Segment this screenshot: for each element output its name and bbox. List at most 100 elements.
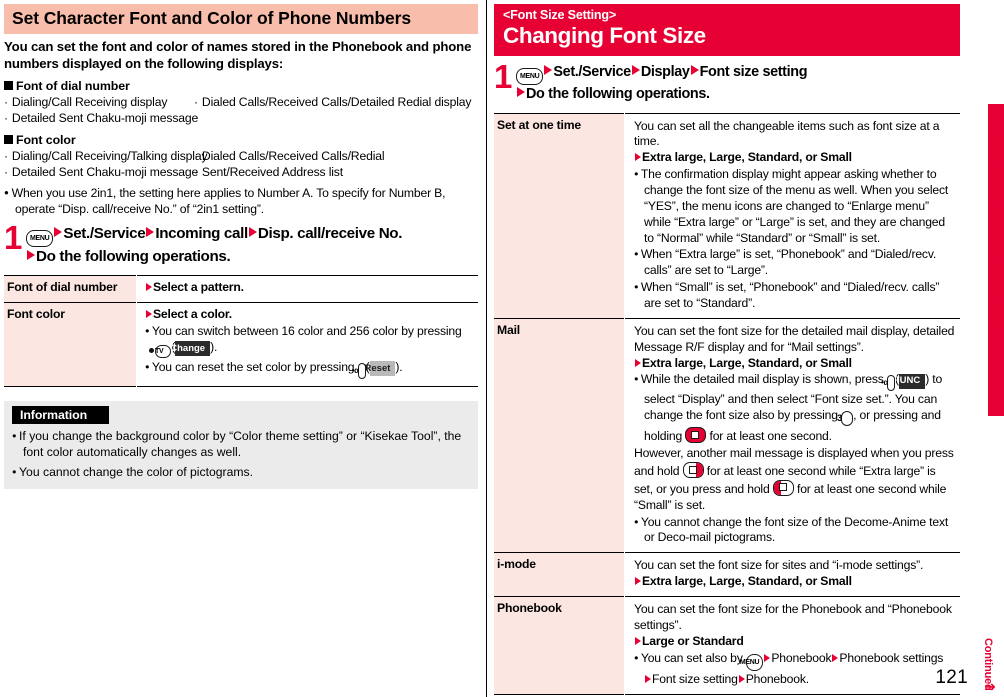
arrow-icon [764, 653, 771, 662]
subheading-label: Font color [16, 132, 76, 147]
row-options: Extra large, Large, Standard, or Small [634, 574, 955, 590]
note-text-3: Phonebook settings [839, 650, 944, 665]
banner-title: Changing Font Size [503, 23, 706, 49]
row-options-label: Extra large, Large, Standard, or Small [642, 574, 852, 589]
row-note: You can reset the set color by pressing … [145, 360, 473, 380]
list-column-1: Dialing/Call Receiving/Talking display D… [4, 148, 208, 181]
row-action-label: Select a color. [153, 307, 232, 322]
information-item: You cannot change the color of pictogram… [12, 464, 470, 480]
arrow-icon [635, 577, 641, 586]
row-options-label: Large or Standard [642, 633, 744, 648]
navigation-key-icon[interactable] [685, 427, 707, 444]
continued-arrow-icon: ➜ [985, 679, 996, 694]
list-item: Dialing/Call Receiving display [4, 94, 194, 110]
section-title: Set Character Font and Color of Phone Nu… [12, 8, 412, 28]
row-description: You can set the font size for the detail… [634, 323, 955, 354]
step-part-4: Do the following operations. [36, 247, 231, 265]
row-options-label: Extra large, Large, Standard, or Small [642, 355, 852, 370]
subheading-font-color: Font color [4, 133, 478, 147]
navigation-key-right-icon[interactable] [682, 462, 704, 479]
row-note: When “Extra large” is set, “Phonebook” a… [634, 247, 955, 279]
row-value: You can set all the changeable items suc… [624, 113, 960, 319]
row-note-continued: However, another mail message is display… [634, 446, 955, 513]
settings-table-left: Font of dial number Select a pattern. Fo… [4, 275, 478, 387]
intro-paragraph: You can set the font and color of names … [4, 39, 472, 71]
numeric-key-3-icon[interactable]: 3 [837, 411, 854, 427]
menu-key-icon[interactable]: MENU [26, 229, 54, 247]
arrow-icon [27, 249, 35, 260]
navigation-key-left-icon[interactable] [772, 479, 794, 496]
table-row: i-mode You can set the font size for sit… [494, 552, 960, 597]
chapter-banner: <Font Size Setting> Changing Font Size [494, 4, 960, 57]
arrow-icon [631, 65, 640, 76]
row-note: You can switch between 16 color and 256 … [145, 324, 473, 359]
subheading-label: Font of dial number [16, 78, 130, 93]
manual-page: Set Character Font and Color of Phone Nu… [0, 0, 1004, 697]
row-options: Large or Standard [634, 634, 955, 650]
list-item: Sent/Received Address list [194, 164, 478, 180]
step-part-4: Do the following operations. [526, 86, 710, 103]
softkey-reset-chip[interactable]: Reset [365, 361, 396, 377]
row-label: Mail [494, 318, 625, 553]
arrow-icon [832, 653, 839, 662]
table-row: Set at one time You can set all the chan… [494, 113, 960, 319]
note-2in1: When you use 2in1, the setting here appl… [4, 185, 478, 217]
section-title-banner: Set Character Font and Color of Phone Nu… [4, 4, 478, 34]
step-number: 1 [4, 218, 23, 256]
page-number: 121 [935, 667, 968, 688]
step-part-1: Set./Service [553, 64, 631, 81]
arrow-icon [517, 87, 525, 98]
row-description: You can set the font size for sites and … [634, 558, 924, 573]
row-label: Font color [4, 302, 137, 387]
row-options: Extra large, Large, Standard, or Small [634, 150, 955, 166]
subheading-font-of-dial-number: Font of dial number [4, 79, 478, 93]
list-item: Dialed Calls/Received Calls/Detailed Red… [194, 94, 478, 110]
list-column-2: Dialed Calls/Received Calls/Redial Sent/… [194, 148, 478, 181]
step-part-2: Display [640, 64, 690, 81]
i-mode-func-key-icon[interactable]: •α [881, 375, 895, 392]
note-text-4: for at least one second. [709, 429, 832, 444]
row-action: Select a pattern. [145, 280, 473, 296]
list-item: Detailed Sent Chaku-moji message [4, 110, 198, 126]
camera-key-icon[interactable]: TV [149, 344, 172, 358]
arrow-icon [146, 226, 155, 237]
softkey-change-chip[interactable]: Change [170, 341, 211, 357]
row-note: You cannot change the font size of the D… [634, 515, 955, 547]
row-label: Font of dial number [4, 275, 137, 303]
arrow-icon [690, 65, 699, 76]
chapter-tab-label: Sound/Screen/Light Settings [987, 136, 1003, 327]
step-instruction: MENU Set./Service Display Font size setting… [516, 63, 808, 104]
display-list-font-color: Dialing/Call Receiving/Talking display D… [4, 148, 478, 181]
step-part-2: Incoming call [155, 224, 248, 242]
list-column-1: Dialing/Call Receiving display Detailed … [4, 94, 198, 127]
row-note: When “Small” is set, “Phonebook” and “Di… [634, 280, 955, 312]
note-text: You can set also by [640, 650, 743, 665]
list-column-2: Dialed Calls/Received Calls/Detailed Red… [194, 94, 478, 127]
step-part-3: Disp. call/receive No. [257, 224, 403, 242]
menu-key-icon[interactable]: MENU [516, 68, 544, 86]
camera-lens-icon [149, 347, 154, 353]
information-box: Information If you change the background… [4, 400, 478, 490]
softkey-func-chip[interactable]: FUNC [894, 373, 926, 389]
arrow-icon [248, 226, 257, 237]
note-text: You can switch between 16 color and 256 … [151, 324, 462, 339]
arrow-icon [146, 283, 152, 292]
menu-key-icon[interactable]: MENU [740, 653, 764, 671]
step-1: 1 MENU Set./Service Incoming call Disp. cal… [4, 218, 478, 267]
row-note: You can set also by MENU Phonebook Phonebo… [634, 651, 955, 688]
row-value: You can set the font size for sites and … [624, 552, 960, 597]
step-1-right: 1 MENU Set./Service Display Font size setti… [494, 60, 960, 104]
arrow-icon [635, 153, 641, 162]
step-instruction: MENU Set./Service Incoming call Disp. call/… [26, 224, 402, 267]
row-description: You can set all the changeable items suc… [634, 118, 940, 149]
information-item: If you change the background color by “C… [12, 428, 470, 460]
row-value: You can set the font size for the Phoneb… [624, 596, 960, 694]
row-action: Select a color. [145, 307, 473, 323]
list-item: Dialing/Call Receiving/Talking display [4, 148, 208, 164]
i-mode-func-key-icon[interactable]: •α [352, 362, 366, 379]
information-title: Information [12, 405, 110, 424]
row-label: i-mode [494, 552, 625, 597]
banner-kicker: <Font Size Setting> [503, 8, 617, 22]
arrow-icon [544, 65, 553, 76]
table-row: Font of dial number Select a pattern. [4, 275, 478, 303]
